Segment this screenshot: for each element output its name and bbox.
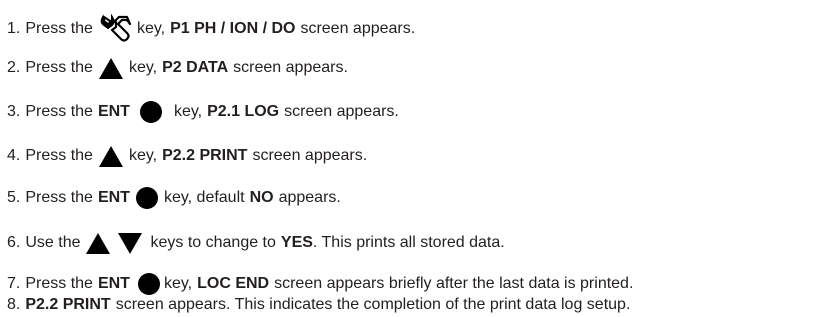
step-text: keys to change to xyxy=(150,234,276,251)
screen-name: P2 DATA xyxy=(162,59,229,76)
up-arrow-key-icon xyxy=(86,232,111,254)
screen-name: P2.2 PRINT xyxy=(25,296,111,313)
step-text: screen appears. xyxy=(284,103,399,120)
step-text: key, xyxy=(128,59,158,76)
wrench-icon xyxy=(99,14,131,44)
step-number: 3. xyxy=(7,103,21,120)
step-text: screen appears. This indicates the compl… xyxy=(115,296,631,313)
step-text: screen appears briefly after the last da… xyxy=(274,275,634,292)
step-number: 1. xyxy=(7,20,21,37)
step-text: Press the xyxy=(25,103,93,120)
step-text: key, xyxy=(128,147,158,164)
step-text: Press the xyxy=(25,147,93,164)
step-text: Press the xyxy=(25,20,93,37)
key-label: ENT xyxy=(97,103,130,120)
default-value: NO xyxy=(249,189,274,206)
step-number: 6. xyxy=(7,234,21,251)
step-text: key, default xyxy=(163,189,245,206)
screen-name: P1 PH / ION / DO xyxy=(170,20,296,37)
step-text: key, xyxy=(173,103,203,120)
step-number: 8. xyxy=(7,296,21,313)
step-4: 4. Press the key, P2.2 PRINT screen appe… xyxy=(7,145,367,167)
step-text: key, xyxy=(163,275,193,292)
enter-key-icon xyxy=(137,273,160,295)
step-text: key, xyxy=(136,20,166,37)
step-text: Press the xyxy=(25,189,93,206)
step-number: 7. xyxy=(7,275,21,292)
step-2: 2. Press the key, P2 DATA screen appears… xyxy=(7,57,348,79)
enter-key-icon xyxy=(135,187,158,209)
step-number: 2. xyxy=(7,59,21,76)
step-number: 4. xyxy=(7,147,21,164)
step-5: 5. Press the ENT key, default NO appears… xyxy=(7,187,341,209)
enter-key-icon xyxy=(139,101,162,123)
step-6: 6. Use the keys to change to YES . This … xyxy=(7,232,505,254)
step-text: Use the xyxy=(25,234,81,251)
screen-name: LOC END xyxy=(197,275,270,292)
step-text: appears. xyxy=(278,189,341,206)
key-label: ENT xyxy=(97,275,130,292)
option-value: YES xyxy=(280,234,313,251)
step-text: Press the xyxy=(25,275,93,292)
down-arrow-key-icon xyxy=(118,232,143,254)
key-label: ENT xyxy=(97,189,130,206)
up-arrow-key-icon xyxy=(98,57,123,79)
step-7: 7. Press the ENT key, LOC END screen app… xyxy=(7,273,633,295)
step-text: screen appears. xyxy=(300,20,416,37)
screen-name: P2.1 LOG xyxy=(207,103,280,120)
step-8: 8. P2.2 PRINT screen appears. This indic… xyxy=(7,294,630,316)
screen-name: P2.2 PRINT xyxy=(162,147,248,164)
up-arrow-key-icon xyxy=(98,145,123,167)
step-text: . This prints all stored data. xyxy=(312,234,505,251)
step-text: Press the xyxy=(25,59,93,76)
step-1: 1. Press the key, P1 PH / ION / DO scree… xyxy=(7,14,416,42)
step-text: screen appears. xyxy=(252,147,368,164)
step-3: 3. Press the ENT key, P2.1 LOG screen ap… xyxy=(7,101,399,123)
step-number: 5. xyxy=(7,189,21,206)
step-text: screen appears. xyxy=(233,59,348,76)
